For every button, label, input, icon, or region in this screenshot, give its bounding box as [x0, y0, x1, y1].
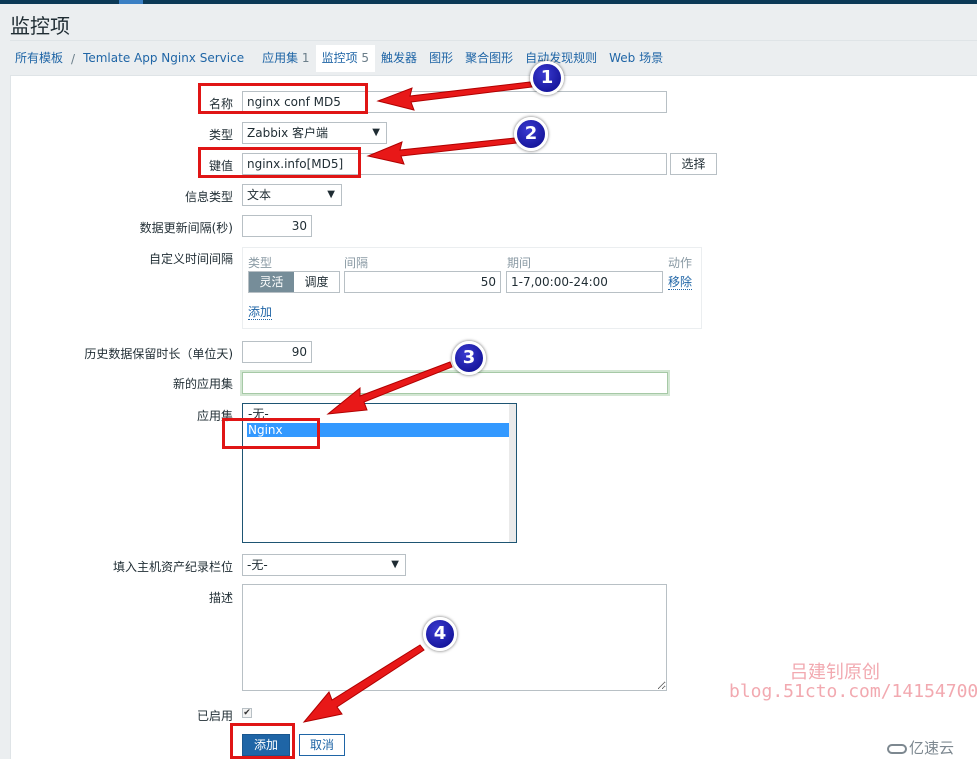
tab-triggers[interactable]: 触发器: [375, 45, 423, 72]
custom-intervals-table: 类型 间隔 期间 动作 灵活 调度 50 1-7,00:00-24:00 移除 …: [242, 247, 702, 329]
inventory-select[interactable]: -无- ▼: [242, 554, 406, 576]
new-application-label: 新的应用集: [172, 377, 233, 391]
enabled-checkbox[interactable]: ✔: [242, 708, 252, 718]
custom-intervals-label: 自定义时间间隔: [148, 252, 233, 266]
breadcrumb-separator: /: [71, 51, 76, 66]
period-input[interactable]: 1-7,00:00-24:00: [506, 271, 663, 293]
cloud-icon: [887, 743, 907, 754]
active-menu-indicator: [119, 0, 143, 4]
listbox-scrollbar[interactable]: [509, 404, 516, 542]
highlight-box-name: [198, 83, 368, 114]
header-action: 动作: [668, 256, 693, 270]
info-type-label: 信息类型: [184, 190, 233, 204]
breadcrumb-nav: 所有模板 / Temlate App Nginx Service 应用集 1 监…: [10, 45, 669, 72]
update-interval-input[interactable]: 30: [242, 215, 312, 237]
mode-flexible-button[interactable]: 灵活: [249, 272, 294, 292]
history-input[interactable]: 90: [242, 341, 312, 363]
applications-label: 应用集: [196, 409, 233, 423]
step-badge-3: 3: [452, 341, 486, 375]
item-form-panel: 名称 nginx conf MD5 类型 Zabbix 客户端 ▼ 键值 ngi…: [10, 75, 977, 759]
top-header-bar: [0, 0, 977, 4]
tab-count: 1: [301, 51, 310, 65]
chevron-down-icon: ▼: [372, 127, 380, 138]
header-type: 类型: [248, 256, 273, 270]
interval-mode-toggle: 灵活 调度: [248, 271, 340, 293]
step-badge-1: 1: [530, 61, 564, 95]
highlight-box-application: [222, 418, 320, 449]
remove-interval-link[interactable]: 移除: [668, 275, 693, 290]
type-select-value: Zabbix 客户端: [247, 126, 329, 140]
inventory-select-value: -无-: [247, 558, 268, 572]
header-interval: 间隔: [344, 256, 369, 270]
new-application-input[interactable]: [242, 372, 668, 394]
tab-label: 监控项: [321, 51, 358, 65]
type-label: 类型: [208, 128, 233, 142]
header-period: 期间: [507, 256, 532, 270]
title-divider: [10, 40, 977, 41]
description-label: 描述: [208, 591, 233, 605]
cancel-button[interactable]: 取消: [299, 734, 345, 756]
watermark-brand: 亿速云: [887, 737, 954, 758]
chevron-down-icon: ▼: [391, 559, 399, 570]
new-application-focus-ring: [240, 370, 670, 396]
watermark-blog: blog.51cto.com/14154700: [729, 681, 977, 702]
key-select-button[interactable]: 选择: [670, 153, 717, 175]
tab-label: 应用集: [262, 51, 299, 65]
type-select[interactable]: Zabbix 客户端 ▼: [242, 122, 387, 144]
enabled-label: 已启用: [196, 709, 233, 723]
page-title: 监控项: [10, 14, 70, 38]
tab-items[interactable]: 监控项 5: [315, 45, 376, 72]
step-badge-4: 4: [423, 617, 457, 651]
tab-count: 5: [361, 51, 370, 65]
chevron-down-icon: ▼: [327, 189, 335, 200]
watermark-brand-text: 亿速云: [909, 739, 955, 757]
update-interval-label: 数据更新间隔(秒): [139, 221, 233, 235]
history-label: 历史数据保留时长（单位天): [84, 347, 233, 361]
step-badge-2: 2: [514, 117, 548, 151]
inventory-label: 填入主机资产纪录栏位: [112, 560, 233, 574]
interval-input[interactable]: 50: [344, 271, 501, 293]
add-interval-link[interactable]: 添加: [248, 305, 273, 320]
breadcrumb-template[interactable]: Temlate App Nginx Service: [77, 45, 250, 72]
breadcrumb-all-templates[interactable]: 所有模板: [10, 45, 69, 72]
info-type-select-value: 文本: [247, 188, 272, 202]
highlight-box-add-button: [230, 723, 295, 759]
info-type-select[interactable]: 文本 ▼: [242, 184, 342, 206]
tab-web-scenarios[interactable]: Web 场景: [603, 45, 669, 72]
highlight-box-key: [198, 147, 361, 178]
tab-screens[interactable]: 聚合图形: [459, 45, 519, 72]
tab-applications[interactable]: 应用集 1: [256, 45, 315, 72]
mode-scheduling-button[interactable]: 调度: [294, 272, 339, 292]
tab-graphs[interactable]: 图形: [423, 45, 459, 72]
